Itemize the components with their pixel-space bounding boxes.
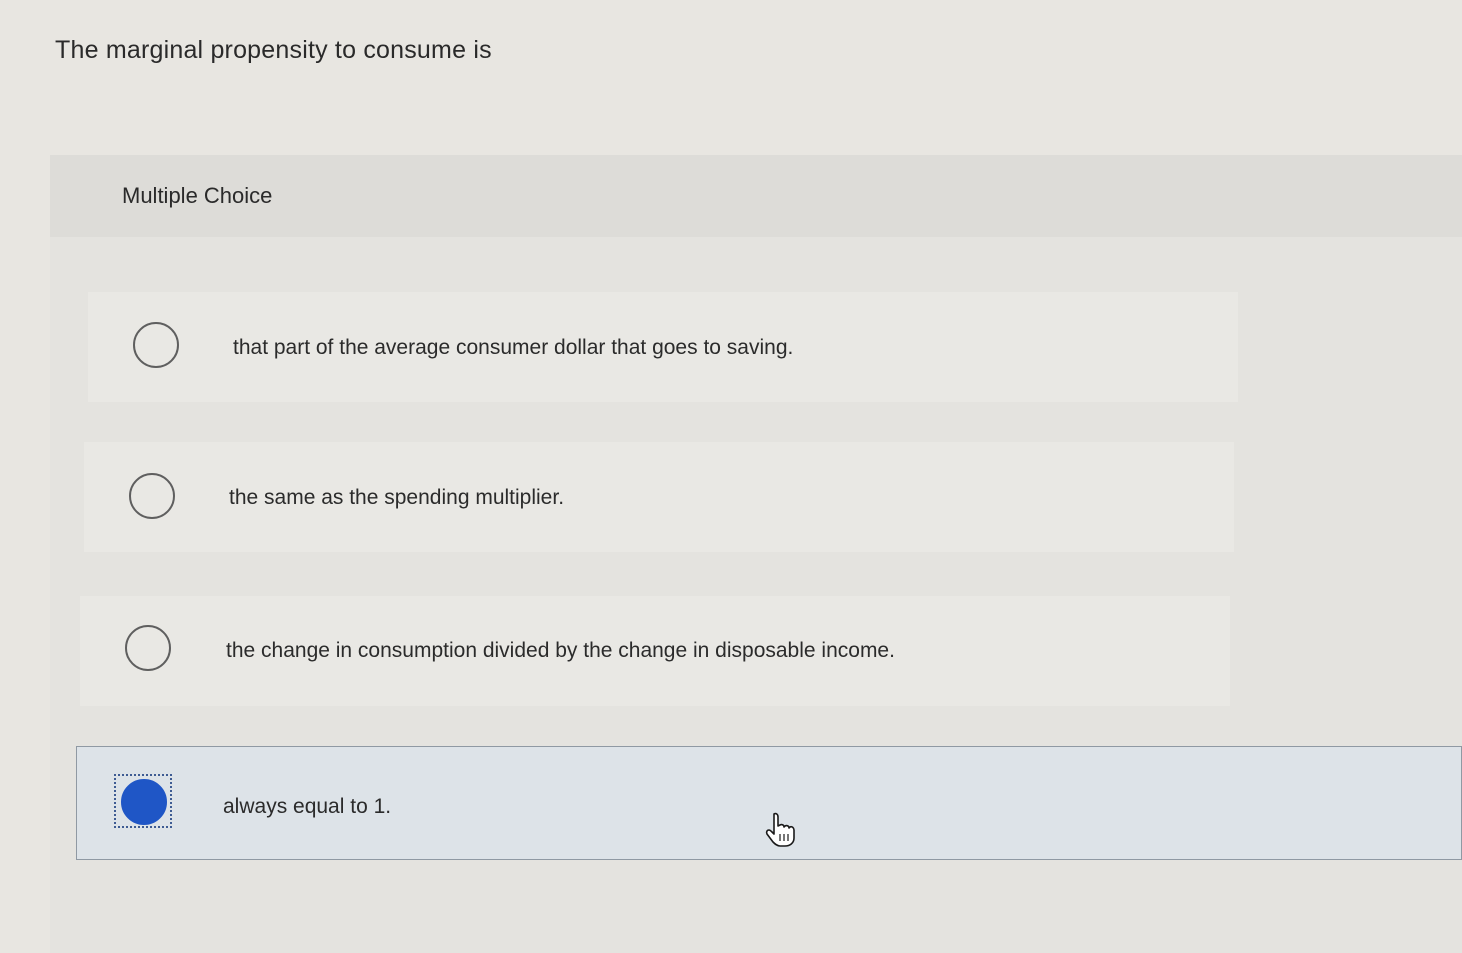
question-text: The marginal propensity to consume is: [55, 36, 492, 64]
radio-button-option-4[interactable]: [121, 779, 167, 825]
option-3-text: the change in consumption divided by the…: [226, 639, 895, 662]
panel-header: Multiple Choice: [50, 155, 1462, 237]
radio-button-option-2[interactable]: [129, 473, 175, 519]
hand-pointer-icon: [765, 812, 795, 847]
radio-button-option-1[interactable]: [133, 322, 179, 368]
option-1[interactable]: that part of the average consumer dollar…: [88, 292, 1238, 402]
option-1-text: that part of the average consumer dollar…: [233, 336, 794, 359]
option-3[interactable]: the change in consumption divided by the…: [80, 596, 1230, 706]
option-4-text: always equal to 1.: [223, 795, 392, 818]
multiple-choice-label: Multiple Choice: [122, 183, 273, 208]
radio-button-option-3[interactable]: [125, 625, 171, 671]
option-2-text: the same as the spending multiplier.: [229, 486, 565, 509]
option-2[interactable]: the same as the spending multiplier.: [84, 442, 1234, 552]
